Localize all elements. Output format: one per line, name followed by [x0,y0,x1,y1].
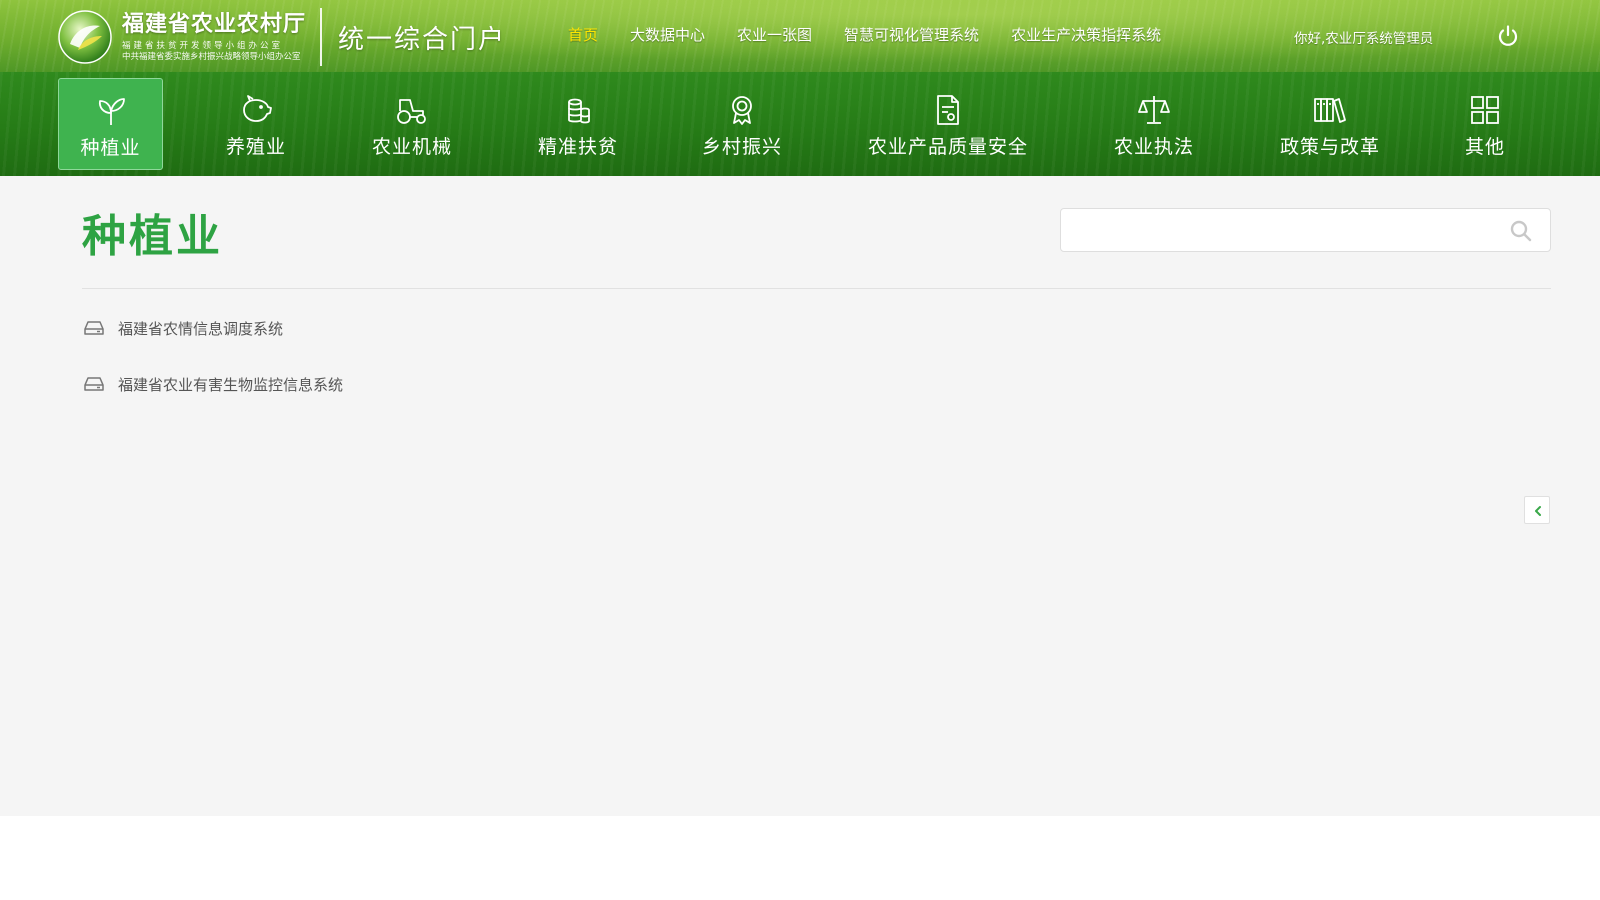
certificate-icon [937,95,959,125]
brand-divider [320,8,323,66]
system-link[interactable]: 福建省农业有害生物监控信息系统 [118,374,343,395]
main-nav: 种植业 养殖业 农业机械 精准扶贫 乡村振兴 农业产品质量安全 农业执法 政策与… [0,72,1600,176]
org-subtitle-1: 福建省扶贫开发领导小组办公室 [122,41,284,51]
org-title: 福建省农业农村厅 [122,11,307,37]
search-icon[interactable] [1510,220,1532,242]
nav-item-revitalization[interactable]: 乡村振兴 [682,78,802,170]
portal-title: 统一综合门户 [338,24,507,55]
nav-item-others[interactable]: 其他 [1440,78,1530,170]
search-box [1060,208,1551,252]
top-header: 福建省农业农村厅 福建省扶贫开发领导小组办公室 中共福建省委实施乡村振兴战略领导… [0,0,1600,72]
nav-item-machinery[interactable]: 农业机械 [352,78,472,170]
page-title: 种植业 [82,211,223,262]
nav-item-label: 农业机械 [371,136,452,158]
top-link-decision[interactable]: 农业生产决策指挥系统 [1011,24,1161,45]
list-item[interactable]: 福建省农情信息调度系统 [84,316,343,340]
user-greeting[interactable]: 你好,农业厅系统管理员 [1294,27,1433,47]
nav-item-quality-safety[interactable]: 农业产品质量安全 [858,78,1038,170]
brand[interactable]: 福建省农业农村厅 福建省扶贫开发领导小组办公室 中共福建省委实施乡村振兴战略领导… [58,8,506,66]
power-icon[interactable] [1496,24,1520,48]
scale-icon [1138,96,1170,124]
list-item[interactable]: 福建省农业有害生物监控信息系统 [84,372,343,396]
nav-item-label: 乡村振兴 [701,136,782,158]
search-input[interactable] [1073,217,1493,243]
nav-item-breeding[interactable]: 养殖业 [206,78,306,170]
sidebar-toggle-button[interactable] [1524,496,1550,524]
top-link-map[interactable]: 农业一张图 [737,24,812,45]
tractor-icon [397,99,426,124]
logo-icon [58,10,112,64]
nav-item-planting[interactable]: 种植业 [58,78,163,170]
system-link[interactable]: 福建省农情信息调度系统 [118,318,283,339]
nav-item-label: 精准扶贫 [537,136,618,158]
nav-item-label: 农业产品质量安全 [867,136,1028,158]
drive-icon [84,377,104,391]
nav-item-label: 政策与改革 [1279,136,1380,158]
nav-item-label: 种植业 [80,137,141,159]
title-divider [82,288,1551,289]
top-link-home[interactable]: 首页 [568,24,598,45]
nav-item-policy[interactable]: 政策与改革 [1270,78,1390,170]
system-list: 福建省农情信息调度系统 福建省农业有害生物监控信息系统 [84,316,343,428]
top-link-bigdata[interactable]: 大数据中心 [630,24,705,45]
nav-item-label: 养殖业 [225,136,286,158]
top-link-visualization[interactable]: 智慧可视化管理系统 [844,24,979,45]
books-icon [1314,98,1346,123]
sprout-icon [98,98,125,125]
nav-item-label: 其他 [1464,136,1505,158]
award-icon [732,96,752,125]
pig-icon [243,95,272,122]
grid-icon [1471,96,1499,124]
nav-item-label: 农业执法 [1113,136,1194,158]
nav-item-poverty[interactable]: 精准扶贫 [518,78,638,170]
nav-item-law-enforcement[interactable]: 农业执法 [1094,78,1214,170]
chevron-left-icon [1535,506,1541,516]
top-nav-links: 首页 大数据中心 农业一张图 智慧可视化管理系统 农业生产决策指挥系统 [568,24,1193,45]
brand-text: 福建省农业农村厅 福建省扶贫开发领导小组办公室 中共福建省委实施乡村振兴战略领导… [122,11,306,63]
org-subtitle-2: 中共福建省委实施乡村振兴战略领导小组办公室 [122,52,301,62]
drive-icon [84,321,104,335]
coins-icon [568,98,590,124]
content-area: 种植业 福建省农情信息调度系统 福建省农业有害生物监控信息系统 [0,176,1600,816]
